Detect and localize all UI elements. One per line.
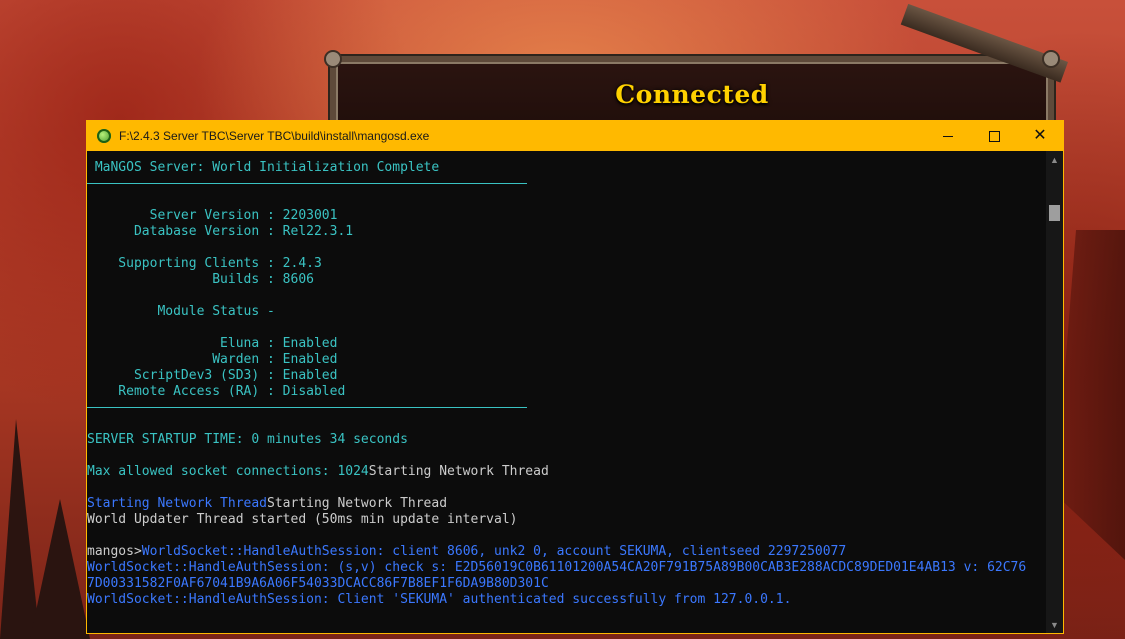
- scroll-down-icon[interactable]: ▼: [1046, 616, 1063, 633]
- console-line: Supporting Clients : 2.4.3: [87, 256, 322, 271]
- console-line-segment: WorldSocket::HandleAuthSession: client 8…: [141, 544, 847, 559]
- console-line: Builds : 8606: [87, 272, 314, 287]
- console-line: Server Version : 2203001: [87, 208, 338, 223]
- minimize-button[interactable]: [925, 121, 971, 151]
- window-titlebar[interactable]: F:\2.4.3 Server TBC\Server TBC\build\ins…: [87, 121, 1063, 151]
- background-spike: [30, 499, 90, 639]
- close-button[interactable]: ✕: [1017, 121, 1063, 151]
- scroll-up-icon[interactable]: ▲: [1046, 151, 1063, 168]
- console-line: Eluna : Enabled: [87, 336, 338, 351]
- window-title: F:\2.4.3 Server TBC\Server TBC\build\ins…: [119, 129, 430, 143]
- close-icon: ✕: [1033, 127, 1047, 144]
- scroll-thumb[interactable]: [1049, 205, 1060, 221]
- console-line: Module Status -: [87, 304, 275, 319]
- window-controls: ✕: [925, 121, 1063, 151]
- console-separator: [87, 400, 1045, 416]
- console-line: 7D00331582F0AF67041B9A6A06F54033DCACC86F…: [87, 576, 549, 591]
- console-output[interactable]: MaNGOS Server: World Initialization Comp…: [87, 151, 1045, 633]
- console-line: WorldSocket::HandleAuthSession: (s,v) ch…: [87, 560, 1027, 575]
- console-separator: [87, 176, 1045, 192]
- console-line-segment: Max allowed socket connections: 1024: [87, 464, 369, 479]
- console-line: SERVER STARTUP TIME: 0 minutes 34 second…: [87, 432, 408, 447]
- console-line-segment: mangos>: [87, 544, 142, 559]
- maximize-icon: [988, 130, 1000, 142]
- console-line: Starting Network ThreadStarting Network …: [87, 496, 1045, 512]
- console-line: MaNGOS Server: World Initialization Comp…: [87, 160, 440, 175]
- game-status-title: Connected: [615, 80, 769, 109]
- background-spike: [0, 419, 40, 639]
- console-line: Remote Access (RA) : Disabled: [87, 384, 346, 399]
- background-pole: [900, 3, 1068, 83]
- console-line: Warden : Enabled: [87, 352, 338, 367]
- mangos-app-icon[interactable]: [97, 129, 111, 143]
- console-line-segment: Starting Network Thread: [368, 464, 549, 479]
- console-line: mangos>WorldSocket::HandleAuthSession: c…: [87, 544, 1045, 560]
- separator-rule: [87, 183, 527, 184]
- console-line-segment: Starting Network Thread: [267, 496, 448, 511]
- console-line: ScriptDev3 (SD3) : Enabled: [87, 368, 338, 383]
- console-line: World Updater Thread started (50ms min u…: [87, 512, 518, 527]
- console-window[interactable]: F:\2.4.3 Server TBC\Server TBC\build\ins…: [86, 120, 1064, 634]
- minimize-icon: [943, 135, 953, 137]
- maximize-button[interactable]: [971, 121, 1017, 151]
- console-line: Database Version : Rel22.3.1: [87, 224, 354, 239]
- console-line: Max allowed socket connections: 1024Star…: [87, 464, 1045, 480]
- separator-rule: [87, 407, 527, 408]
- vertical-scrollbar[interactable]: ▲ ▼: [1046, 151, 1063, 633]
- console-line-segment: Starting Network Thread: [87, 496, 268, 511]
- background-banner: [1055, 230, 1125, 560]
- console-line: WorldSocket::HandleAuthSession: Client '…: [87, 592, 792, 607]
